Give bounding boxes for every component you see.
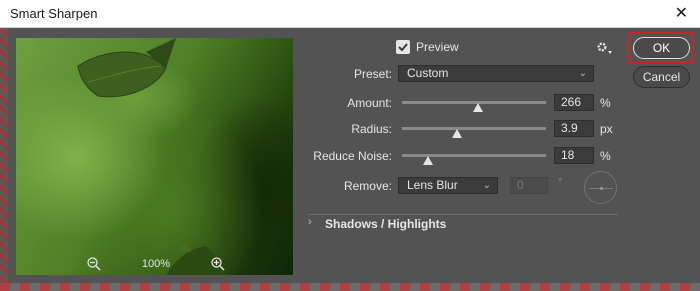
radius-value: 3.9 [561, 121, 578, 135]
amount-label: Amount: [347, 96, 392, 110]
divider [308, 214, 618, 215]
preset-select[interactable]: Custom ⌄ [398, 65, 594, 82]
remove-select[interactable]: Lens Blur ⌄ [398, 177, 498, 194]
chevron-right-icon: › [308, 216, 312, 228]
radius-slider-thumb[interactable] [451, 129, 462, 138]
shadows-highlights-toggle[interactable]: › Shadows / Highlights [308, 216, 608, 236]
zoom-level: 100% [141, 258, 171, 270]
chevron-down-icon: ⌄ [482, 180, 491, 191]
radius-label: Radius: [351, 122, 392, 136]
angle-dial [584, 171, 617, 204]
radius-unit: px [600, 122, 613, 136]
reduce-noise-unit: % [600, 149, 611, 163]
angle-field: 0 [510, 177, 548, 194]
preview-label: Preview [416, 40, 459, 54]
angle-value: 0 [517, 178, 524, 192]
cancel-button[interactable]: Cancel [633, 66, 690, 88]
window-titlebar: Smart Sharpen ✕ [0, 0, 700, 28]
reduce-noise-field[interactable]: 18 [554, 147, 594, 164]
shadows-highlights-label: Shadows / Highlights [325, 217, 447, 231]
chevron-down-icon: ⌄ [578, 68, 587, 79]
preview-checkbox[interactable] [396, 40, 410, 54]
radius-field[interactable]: 3.9 [554, 120, 594, 137]
radius-slider-track[interactable] [402, 127, 546, 130]
ok-button[interactable]: OK [633, 37, 690, 59]
zoom-in-icon[interactable] [210, 256, 226, 272]
reduce-noise-slider-thumb[interactable] [422, 156, 433, 165]
background-canvas-edge-bottom [0, 283, 700, 291]
window-title: Smart Sharpen [10, 6, 98, 21]
zoom-out-icon[interactable] [86, 256, 102, 272]
checkmark-icon [398, 43, 408, 52]
ok-button-highlight: OK [628, 32, 694, 63]
amount-value: 266 [561, 95, 582, 109]
background-canvas-edge [0, 28, 8, 291]
remove-value: Lens Blur [407, 178, 458, 192]
angle-unit: ° [558, 177, 563, 189]
amount-field[interactable]: 266 [554, 94, 594, 111]
gear-icon[interactable] [595, 40, 613, 56]
preview-zoom-bar: 100% [86, 254, 226, 274]
remove-label: Remove: [343, 179, 392, 193]
preset-label: Preset: [353, 67, 392, 81]
smart-sharpen-dialog: 100% Preview Preset: Custom ⌄ Amount: 26… [8, 28, 700, 283]
preview-image-graphic [77, 38, 226, 275]
amount-slider-thumb[interactable] [473, 103, 484, 112]
close-icon[interactable]: ✕ [675, 0, 688, 28]
preview-image[interactable] [16, 38, 293, 275]
reduce-noise-value: 18 [561, 148, 575, 162]
amount-unit: % [600, 96, 611, 110]
preset-value: Custom [407, 66, 449, 80]
reduce-noise-label: Reduce Noise: [313, 149, 392, 163]
